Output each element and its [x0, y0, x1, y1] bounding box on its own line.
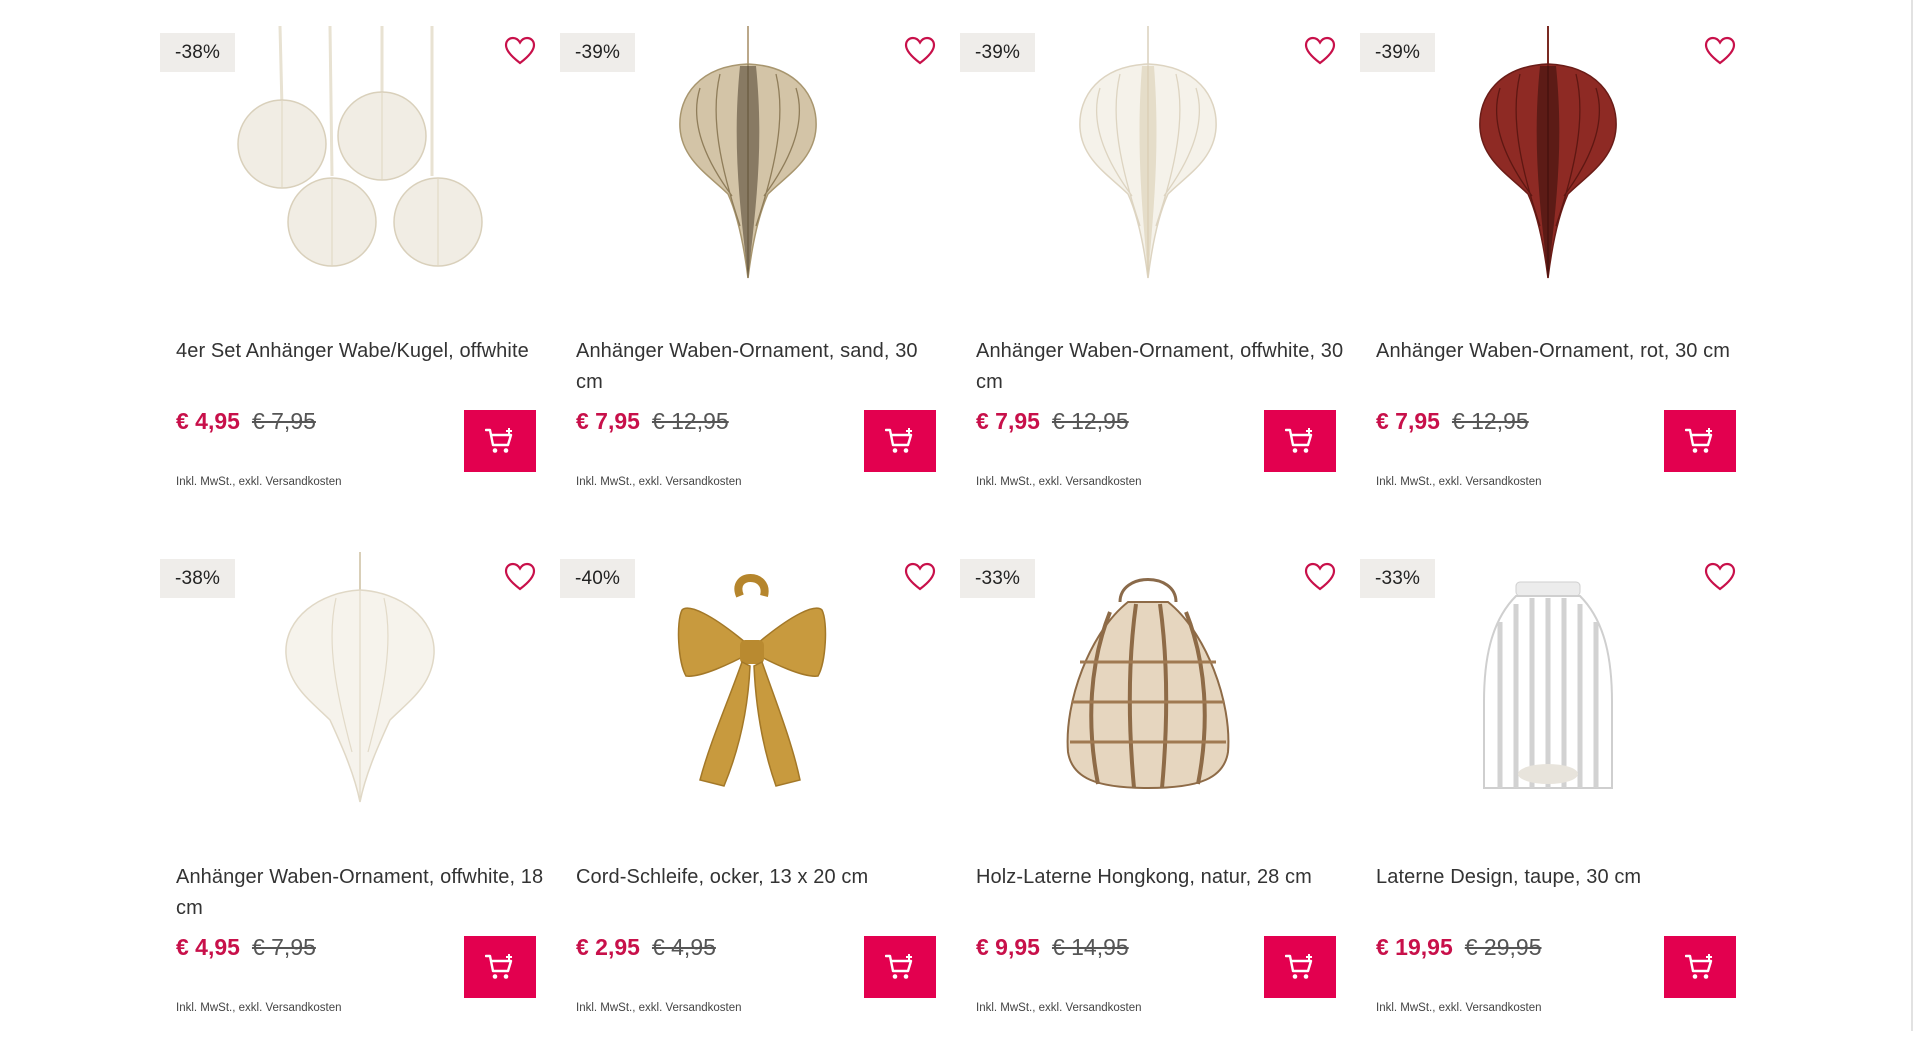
current-price: € 7,95: [576, 408, 640, 434]
product-card[interactable]: -40% Cord-Schleife, ocker, 13 x 20 cm € …: [560, 526, 936, 1052]
product-name[interactable]: Anhänger Waben-Ornament, offwhite, 30 cm: [976, 336, 1346, 398]
add-to-cart-button[interactable]: [1664, 936, 1736, 998]
current-price: € 4,95: [176, 408, 240, 434]
price-block: € 4,95 € 7,95: [176, 408, 316, 435]
cart-plus-icon: [485, 428, 513, 453]
heart-outline-icon[interactable]: [504, 562, 536, 592]
tax-note: Inkl. MwSt., exkl. Versandkosten: [576, 1002, 742, 1014]
cart-plus-icon: [485, 954, 513, 979]
discount-badge: -39%: [960, 33, 1036, 72]
product-name[interactable]: Anhänger Waben-Ornament, sand, 30 cm: [576, 336, 946, 398]
current-price: € 9,95: [976, 934, 1040, 960]
heart-outline-icon[interactable]: [1704, 36, 1736, 66]
original-price: € 12,95: [1051, 408, 1129, 434]
price-block: € 4,95 € 7,95: [176, 934, 316, 961]
heart-outline-icon[interactable]: [504, 36, 536, 66]
current-price: € 7,95: [976, 408, 1040, 434]
discount-badge: -38%: [160, 559, 236, 598]
price-block: € 7,95 € 12,95: [576, 408, 729, 435]
product-card[interactable]: -33% Holz-Laterne Hongkong, natur, 28 cm…: [960, 526, 1336, 1052]
add-to-cart-button[interactable]: [1264, 410, 1336, 472]
product-card[interactable]: -39% Anhänger Waben-Ornament, offwhite, …: [960, 0, 1343, 526]
add-to-cart-button[interactable]: [1664, 410, 1736, 472]
product-name[interactable]: 4er Set Anhänger Wabe/Kugel, offwhite: [176, 336, 546, 367]
add-to-cart-button[interactable]: [864, 410, 936, 472]
tax-note: Inkl. MwSt., exkl. Versandkosten: [1376, 1002, 1542, 1014]
product-card[interactable]: -38% 4er Set Anhänger Wabe/Kugel, offwhi…: [160, 0, 536, 526]
discount-badge: -33%: [1360, 559, 1436, 598]
original-price: € 4,95: [651, 934, 716, 960]
scrollbar-track[interactable]: [1911, 0, 1913, 1031]
discount-badge: -39%: [1360, 33, 1436, 72]
tax-note: Inkl. MwSt., exkl. Versandkosten: [1376, 476, 1542, 488]
original-price: € 29,95: [1464, 934, 1542, 960]
tax-note: Inkl. MwSt., exkl. Versandkosten: [976, 476, 1142, 488]
discount-badge: -39%: [560, 33, 636, 72]
heart-outline-icon[interactable]: [1704, 562, 1736, 592]
heart-outline-icon[interactable]: [904, 36, 936, 66]
current-price: € 4,95: [176, 934, 240, 960]
cart-plus-icon: [1685, 954, 1713, 979]
tax-note: Inkl. MwSt., exkl. Versandkosten: [976, 1002, 1142, 1014]
product-name[interactable]: Laterne Design, taupe, 30 cm: [1376, 862, 1746, 893]
price-block: € 9,95 € 14,95: [976, 934, 1129, 961]
discount-badge: -40%: [560, 559, 636, 598]
current-price: € 19,95: [1376, 934, 1453, 960]
add-to-cart-button[interactable]: [864, 936, 936, 998]
product-name[interactable]: Anhänger Waben-Ornament, offwhite, 18 cm: [176, 862, 546, 924]
cart-plus-icon: [885, 428, 913, 453]
product-card[interactable]: -33% Laterne Design, taupe, 30 cm € 19,9…: [1360, 526, 1736, 1052]
add-to-cart-button[interactable]: [1264, 936, 1336, 998]
heart-outline-icon[interactable]: [1304, 562, 1336, 592]
original-price: € 7,95: [251, 934, 316, 960]
add-to-cart-button[interactable]: [464, 410, 536, 472]
price-block: € 7,95 € 12,95: [1376, 408, 1529, 435]
cart-plus-icon: [1685, 428, 1713, 453]
tax-note: Inkl. MwSt., exkl. Versandkosten: [176, 476, 342, 488]
heart-outline-icon[interactable]: [1304, 36, 1336, 66]
discount-badge: -38%: [160, 33, 236, 72]
price-block: € 19,95 € 29,95: [1376, 934, 1542, 961]
product-card[interactable]: -39% Anhänger Waben-Ornament, rot, 30 cm…: [1360, 0, 1736, 526]
tax-note: Inkl. MwSt., exkl. Versandkosten: [176, 1002, 342, 1014]
current-price: € 7,95: [1376, 408, 1440, 434]
original-price: € 7,95: [251, 408, 316, 434]
original-price: € 12,95: [651, 408, 729, 434]
cart-plus-icon: [1285, 428, 1313, 453]
original-price: € 14,95: [1051, 934, 1129, 960]
discount-badge: -33%: [960, 559, 1036, 598]
heart-outline-icon[interactable]: [904, 562, 936, 592]
tax-note: Inkl. MwSt., exkl. Versandkosten: [576, 476, 742, 488]
product-name[interactable]: Anhänger Waben-Ornament, rot, 30 cm: [1376, 336, 1746, 367]
current-price: € 2,95: [576, 934, 640, 960]
page-scrollbar[interactable]: [1906, 0, 1920, 1031]
price-block: € 7,95 € 12,95: [976, 408, 1129, 435]
product-name[interactable]: Holz-Laterne Hongkong, natur, 28 cm: [976, 862, 1346, 893]
cart-plus-icon: [885, 954, 913, 979]
product-card[interactable]: -38% Anhänger Waben-Ornament, offwhite, …: [160, 526, 543, 1052]
add-to-cart-button[interactable]: [464, 936, 536, 998]
product-name[interactable]: Cord-Schleife, ocker, 13 x 20 cm: [576, 862, 946, 893]
cart-plus-icon: [1285, 954, 1313, 979]
price-block: € 2,95 € 4,95: [576, 934, 716, 961]
original-price: € 12,95: [1451, 408, 1529, 434]
product-card[interactable]: -39% Anhänger Waben-Ornament, sand, 30 c…: [560, 0, 936, 526]
